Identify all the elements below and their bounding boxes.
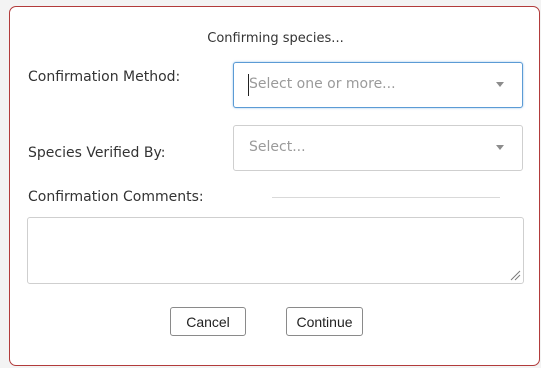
species-verified-by-select[interactable]: Select... <box>233 125 523 171</box>
confirmation-method-label: Confirmation Method: <box>28 69 181 85</box>
confirm-species-dialog: Confirming species... Confirmation Metho… <box>9 6 540 366</box>
chevron-down-icon[interactable] <box>494 141 506 153</box>
cancel-button[interactable]: Cancel <box>170 307 246 336</box>
confirmation-method-placeholder: Select one or more... <box>249 76 396 92</box>
species-verified-by-placeholder: Select... <box>249 139 306 155</box>
continue-button[interactable]: Continue <box>286 307 363 336</box>
resize-grip-icon[interactable] <box>509 269 521 281</box>
section-divider <box>272 197 500 198</box>
confirmation-comments-label: Confirmation Comments: <box>28 189 204 205</box>
confirmation-method-select[interactable]: Select one or more... <box>233 62 523 108</box>
confirmation-comments-textarea[interactable] <box>27 217 524 284</box>
species-verified-by-label: Species Verified By: <box>28 145 166 161</box>
chevron-down-icon[interactable] <box>494 78 506 90</box>
dialog-title: Confirming species... <box>207 31 344 46</box>
